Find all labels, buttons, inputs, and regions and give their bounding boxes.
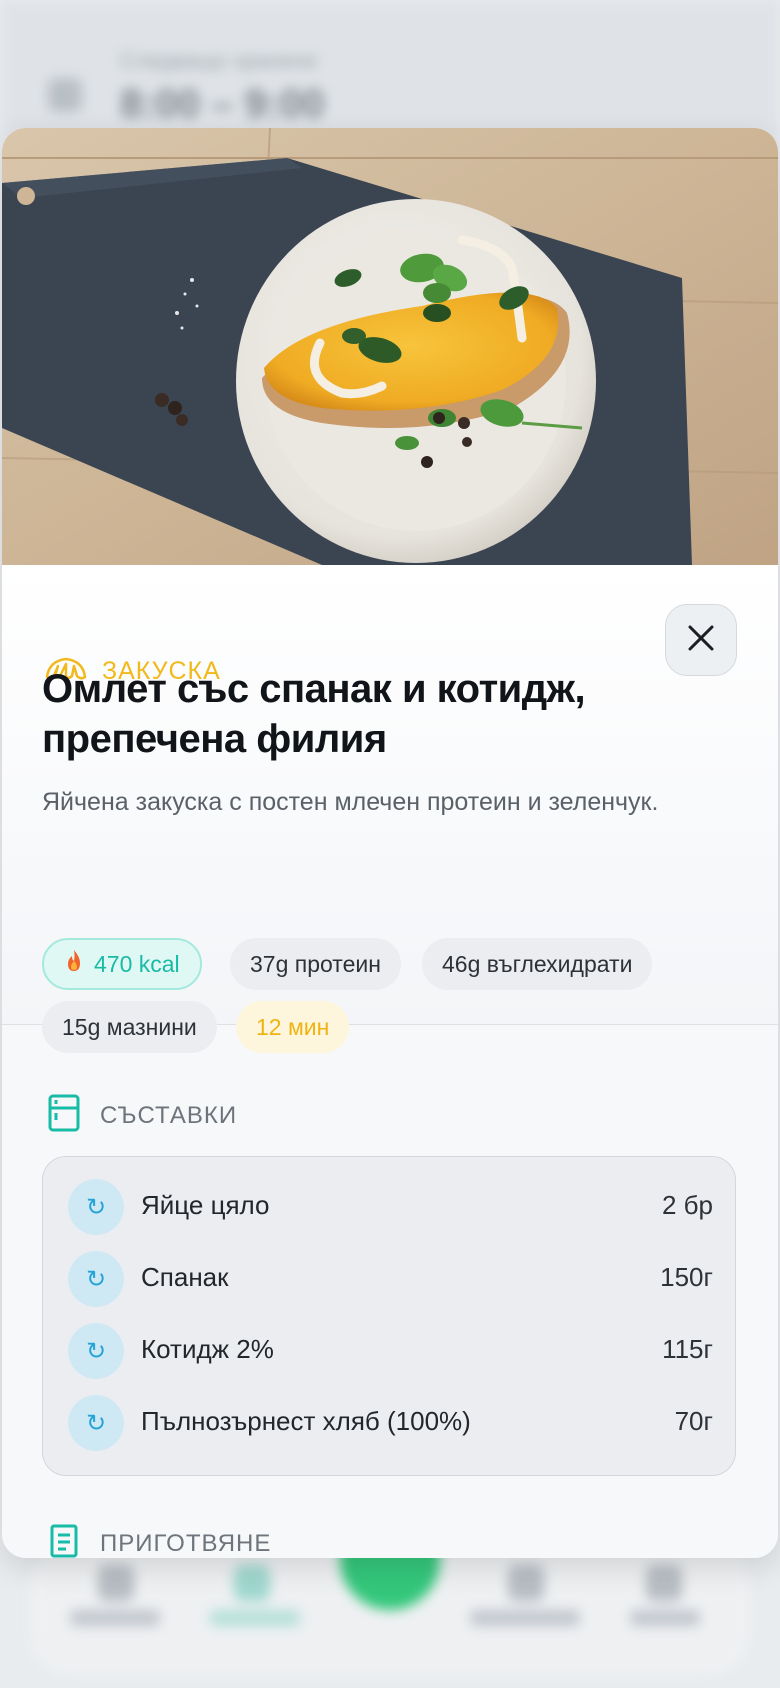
background-header-time: 8:00 – 9:00 — [120, 82, 325, 126]
ingredient-name: Яйце цяло — [141, 1190, 270, 1220]
ingredient-qty: 70г — [674, 1406, 713, 1436]
swap-icon[interactable]: ↻ — [68, 1251, 124, 1307]
kcal-value: 470 kcal — [94, 950, 180, 977]
fat-chip: 15g мазнини — [42, 1001, 217, 1053]
background-nav-icon — [98, 1565, 134, 1601]
ingredient-row: ↻ Котидж 2% 115г — [43, 1321, 737, 1381]
background-nav-label — [70, 1610, 160, 1626]
ingredients-heading: СЪСТАВКИ — [48, 1094, 237, 1137]
ingredients-heading-label: СЪСТАВКИ — [100, 1101, 238, 1129]
meal-subtitle: Яйчена закуска с постен млечен протеин и… — [42, 788, 659, 816]
ingredient-name: Пълнозърнест хляб (100%) — [141, 1406, 471, 1436]
flame-icon — [64, 949, 84, 979]
ingredient-qty: 115г — [662, 1334, 713, 1364]
time-value: 12 мин — [256, 1013, 330, 1040]
ingredients-list: ↻ Яйце цяло 2 бр ↻ Спанак 150г ↻ Котидж … — [42, 1156, 736, 1476]
kcal-chip: 470 kcal — [42, 938, 202, 990]
background-header-small: Следващо хранене — [120, 48, 318, 73]
recipe-icon — [48, 1522, 80, 1565]
preparation-heading-label: ПРИГОТВЯНЕ — [100, 1529, 272, 1557]
ingredient-row: ↻ Яйце цяло 2 бр — [43, 1177, 737, 1237]
meal-photo — [2, 128, 778, 565]
background-nav-label — [630, 1610, 700, 1626]
carbs-chip: 46g въглехидрати — [422, 938, 653, 990]
background-menu-icon — [48, 78, 82, 112]
background-header — [0, 0, 780, 140]
background-nav-icon — [508, 1565, 544, 1601]
carbs-value: 46g въглехидрати — [442, 950, 633, 977]
swap-icon[interactable]: ↻ — [68, 1323, 124, 1379]
fat-value: 15g мазнини — [62, 1013, 197, 1040]
fridge-icon — [48, 1094, 80, 1137]
swap-icon[interactable]: ↻ — [68, 1395, 124, 1451]
ingredient-qty: 2 бр — [661, 1190, 713, 1220]
ingredient-row: ↻ Спанак 150г — [43, 1249, 737, 1309]
preparation-heading: ПРИГОТВЯНЕ — [48, 1522, 271, 1565]
swap-icon[interactable]: ↻ — [68, 1179, 124, 1235]
background-nav-icon — [234, 1565, 270, 1601]
ingredient-qty: 150г — [660, 1262, 713, 1292]
protein-chip: 37g протеин — [230, 938, 401, 990]
background-nav-label — [210, 1610, 300, 1626]
background-nav-label — [470, 1610, 580, 1626]
ingredient-row: ↻ Пълнозърнест хляб (100%) 70г — [43, 1393, 737, 1453]
background-nav-icon — [646, 1565, 682, 1601]
ingredient-name: Спанак — [141, 1262, 229, 1292]
time-chip: 12 мин — [236, 1001, 350, 1053]
ingredient-name: Котидж 2% — [141, 1334, 274, 1364]
protein-value: 37g протеин — [250, 950, 381, 977]
close-icon — [686, 623, 716, 658]
meal-title: Омлет със спанак и котидж, препечена фил… — [42, 667, 586, 761]
